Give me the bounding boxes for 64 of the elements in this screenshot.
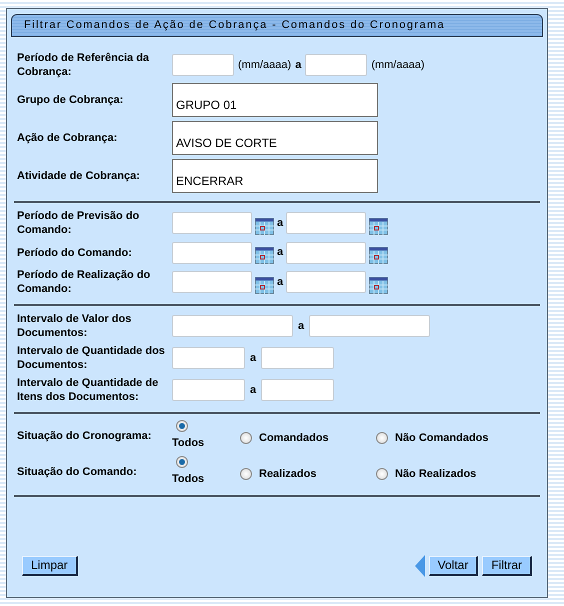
range-separator: a (277, 245, 284, 260)
field-label: Atividade de Cobrança: (17, 169, 141, 183)
back-arrow-icon[interactable] (414, 555, 425, 577)
panel-title: Filtrar Comandos de Ação de Cobrança - Comandos do Cronograma (11, 14, 543, 37)
radio-button[interactable] (176, 456, 188, 468)
radio-label: Todos (172, 436, 204, 451)
text-field[interactable] (172, 315, 293, 337)
range-separator: a (250, 382, 256, 398)
list-option[interactable]: GRUPO 01 (176, 98, 374, 112)
calendar-icon[interactable] (369, 218, 388, 234)
radio-label: Não Comandados (395, 431, 489, 446)
filter-button[interactable]: Filtrar (482, 556, 532, 576)
field-label: Período de Referência da Cobrança: (17, 51, 150, 79)
field-label: Intervalo de Quantidade dos Documentos: (17, 344, 166, 372)
field-label: Ação de Cobrança: (17, 131, 118, 145)
text-field[interactable] (261, 347, 334, 369)
back-button[interactable]: Voltar (428, 556, 478, 576)
calendar-icon[interactable] (255, 247, 274, 264)
text-field[interactable] (305, 54, 368, 76)
calendar-icon[interactable] (255, 276, 274, 294)
field-label: Intervalo de Valor dos Documentos: (17, 312, 132, 340)
range-separator: a (298, 318, 304, 334)
text-field[interactable] (172, 54, 234, 76)
field-label: Grupo de Cobrança: (17, 93, 124, 107)
calendar-icon[interactable] (369, 247, 388, 264)
date-field[interactable] (286, 271, 366, 293)
format-hint: (mm/aaaa) (371, 58, 424, 73)
radio-label: Não Realizados (395, 466, 476, 482)
radio-label: Todos (172, 472, 204, 486)
date-field[interactable] (172, 212, 252, 234)
list-option[interactable]: ENCERRAR (176, 174, 374, 188)
text-field[interactable] (261, 379, 334, 401)
text-field[interactable] (172, 379, 245, 401)
range-separator: a (250, 350, 256, 366)
clear-button[interactable]: Limpar (22, 556, 78, 576)
field-label: Período do Comando: (17, 246, 133, 260)
radio-button[interactable] (376, 468, 388, 480)
date-field[interactable] (286, 242, 366, 264)
radio-button[interactable] (240, 468, 252, 480)
field-label: Período de Previsão do Comando: (17, 209, 140, 237)
range-separator: a (295, 58, 302, 73)
format-hint: (mm/aaaa) (238, 58, 292, 73)
calendar-icon[interactable] (369, 276, 388, 294)
date-field[interactable] (172, 242, 252, 264)
text-field[interactable] (172, 347, 245, 369)
radio-label: Comandados (259, 431, 329, 446)
range-separator: a (277, 216, 284, 231)
list-box[interactable]: GRUPO 01 (172, 83, 378, 117)
date-field[interactable] (286, 212, 366, 234)
text-field[interactable] (309, 315, 430, 337)
list-option[interactable]: AVISO DE CORTE (176, 136, 374, 150)
list-box[interactable]: ENCERRAR (172, 159, 378, 193)
range-separator: a (277, 274, 284, 290)
calendar-icon[interactable] (255, 218, 274, 234)
date-field[interactable] (172, 271, 252, 293)
field-label: Situação do Cronograma: (17, 429, 152, 443)
field-label: Período de Realização do Comando: (17, 268, 152, 296)
radio-button[interactable] (240, 432, 252, 444)
radio-button[interactable] (176, 420, 188, 432)
radio-button[interactable] (376, 432, 388, 444)
field-label: Situação do Comando: (17, 464, 138, 478)
radio-label: Realizados (259, 466, 316, 482)
list-box[interactable]: AVISO DE CORTE (172, 121, 378, 155)
field-label: Intervalo de Quantidade de Itens dos Documentos: (17, 376, 160, 404)
